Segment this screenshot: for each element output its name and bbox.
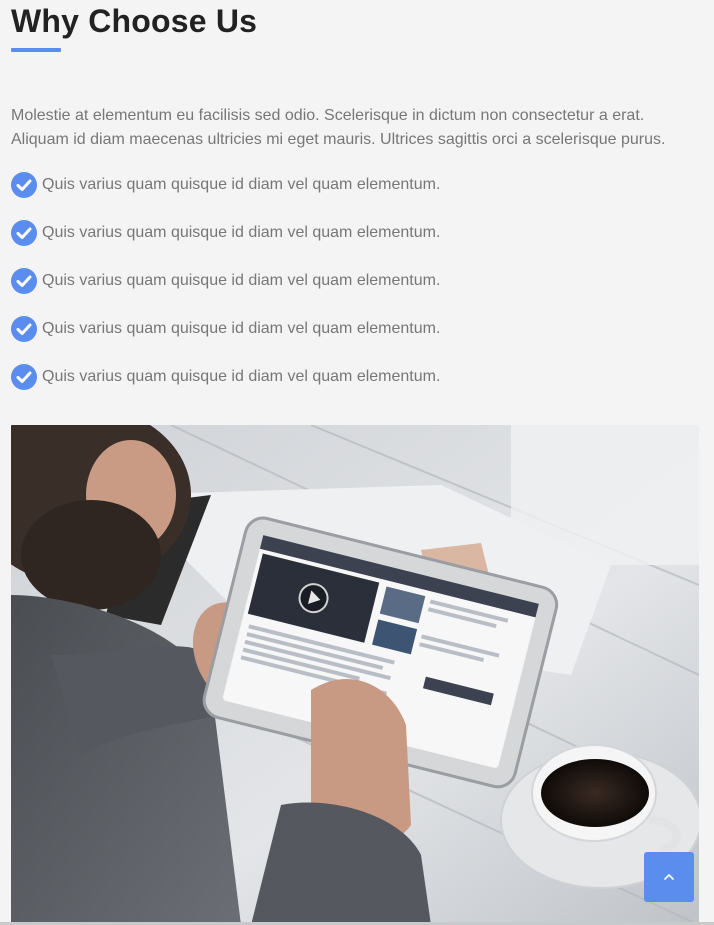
list-item-text: Quis varius quam quisque id diam vel qua… [42, 320, 441, 337]
list-item: Quis varius quam quisque id diam vel qua… [11, 316, 699, 342]
section-title: Why Choose Us [11, 3, 258, 39]
list-item-text: Quis varius quam quisque id diam vel qua… [42, 368, 441, 385]
tablet-coffee-photo [11, 425, 699, 925]
check-circle-icon [11, 172, 37, 198]
chevron-up-icon [664, 874, 674, 880]
title-underline [11, 48, 61, 52]
scroll-to-top-button[interactable] [644, 852, 694, 902]
list-item-text: Quis varius quam quisque id diam vel qua… [42, 176, 441, 193]
check-circle-icon [11, 268, 37, 294]
list-item: Quis varius quam quisque id diam vel qua… [11, 172, 699, 198]
check-circle-icon [11, 364, 37, 390]
list-item-text: Quis varius quam quisque id diam vel qua… [42, 224, 441, 241]
why-choose-us-section: Why Choose Us Molestie at elementum eu f… [11, 0, 699, 412]
list-item: Quis varius quam quisque id diam vel qua… [11, 268, 699, 294]
photo-illustration [11, 425, 699, 925]
features-list: Quis varius quam quisque id diam vel qua… [11, 172, 699, 390]
list-item: Quis varius quam quisque id diam vel qua… [11, 364, 699, 390]
check-circle-icon [11, 316, 37, 342]
list-item-text: Quis varius quam quisque id diam vel qua… [42, 272, 441, 289]
check-circle-icon [11, 220, 37, 246]
list-item: Quis varius quam quisque id diam vel qua… [11, 220, 699, 246]
section-intro: Molestie at elementum eu facilisis sed o… [11, 107, 666, 148]
